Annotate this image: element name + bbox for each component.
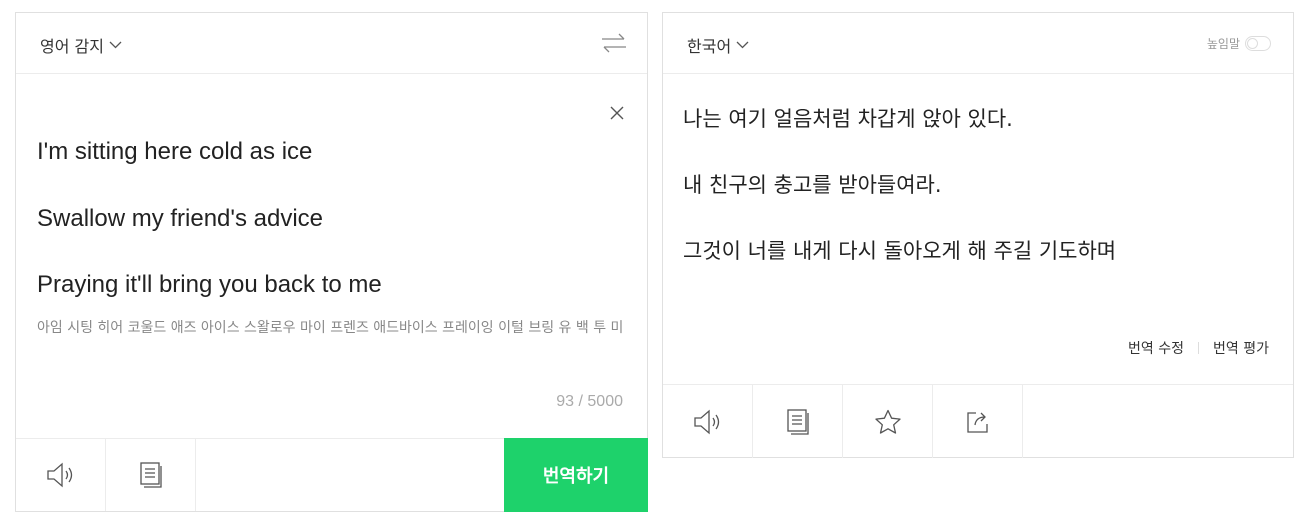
translation-output: 나는 여기 얼음처럼 차갑게 앉아 있다. 내 친구의 충고를 받아들여라. 그… [683, 101, 1283, 269]
target-language-label: 한국어 [687, 37, 732, 56]
source-line: I'm sitting here cold as ice [37, 138, 313, 165]
source-panel: 영어 감지 I'm sitting here cold as ice Swall… [15, 12, 648, 512]
source-header: 영어 감지 [16, 13, 647, 74]
translation-line: 내 친구의 충고를 받아들여라. [683, 173, 942, 197]
dictionary-icon [139, 462, 162, 488]
target-dictionary-button[interactable] [753, 385, 843, 458]
star-icon [874, 409, 901, 434]
source-dictionary-button[interactable] [106, 439, 196, 511]
target-language-select[interactable]: 한국어 [687, 33, 749, 57]
divider [1198, 342, 1200, 354]
source-text-input[interactable]: I'm sitting here cold as ice Swallow my … [37, 135, 627, 301]
speaker-icon [693, 409, 719, 434]
pronunciation-text: 아임 시팅 히어 코울드 애즈 아이스 스왈로우 마이 프렌즈 애드바이스 프레… [37, 320, 624, 336]
translation-line: 나는 여기 얼음처럼 차갑게 앉아 있다. [683, 107, 1013, 131]
target-listen-button[interactable] [663, 385, 753, 458]
source-toolbar: 번역하기 [16, 438, 648, 512]
chevron-down-icon [109, 41, 122, 49]
translation-feedback: 번역 수정 번역 평가 [1128, 338, 1269, 358]
speaker-icon [46, 462, 72, 488]
honorific-control: 높임말 [1207, 35, 1271, 52]
swap-icon [602, 33, 626, 53]
rate-translation-link[interactable]: 번역 평가 [1213, 338, 1269, 358]
chevron-down-icon [736, 41, 749, 49]
toggle-knob [1247, 38, 1258, 49]
source-line: Praying it'll bring you back to me [37, 271, 382, 298]
translation-line: 그것이 너를 내게 다시 돌아오게 해 주길 기도하며 [683, 239, 1117, 263]
character-counter: 93 / 5000 [556, 393, 623, 410]
share-button[interactable] [933, 385, 1023, 458]
edit-translation-link[interactable]: 번역 수정 [1128, 338, 1184, 358]
clear-text-button[interactable] [609, 105, 625, 121]
close-icon [610, 106, 624, 120]
source-line: Swallow my friend's advice [37, 204, 324, 232]
target-panel: 한국어 높임말 나는 여기 얼음처럼 차갑게 앉아 있다. 내 친구의 충고를 … [662, 12, 1294, 458]
share-icon [966, 411, 988, 433]
honorific-toggle[interactable] [1245, 36, 1271, 51]
target-header: 한국어 높임말 [663, 13, 1293, 74]
source-language-label: 영어 감지 [40, 37, 104, 56]
honorific-label: 높임말 [1206, 37, 1240, 51]
source-listen-button[interactable] [16, 439, 106, 511]
favorite-button[interactable] [843, 385, 933, 458]
source-language-select[interactable]: 영어 감지 [40, 33, 122, 57]
target-toolbar [663, 384, 1293, 458]
translate-button[interactable]: 번역하기 [504, 438, 648, 512]
swap-languages-button[interactable] [601, 31, 627, 55]
dictionary-icon [786, 408, 809, 435]
